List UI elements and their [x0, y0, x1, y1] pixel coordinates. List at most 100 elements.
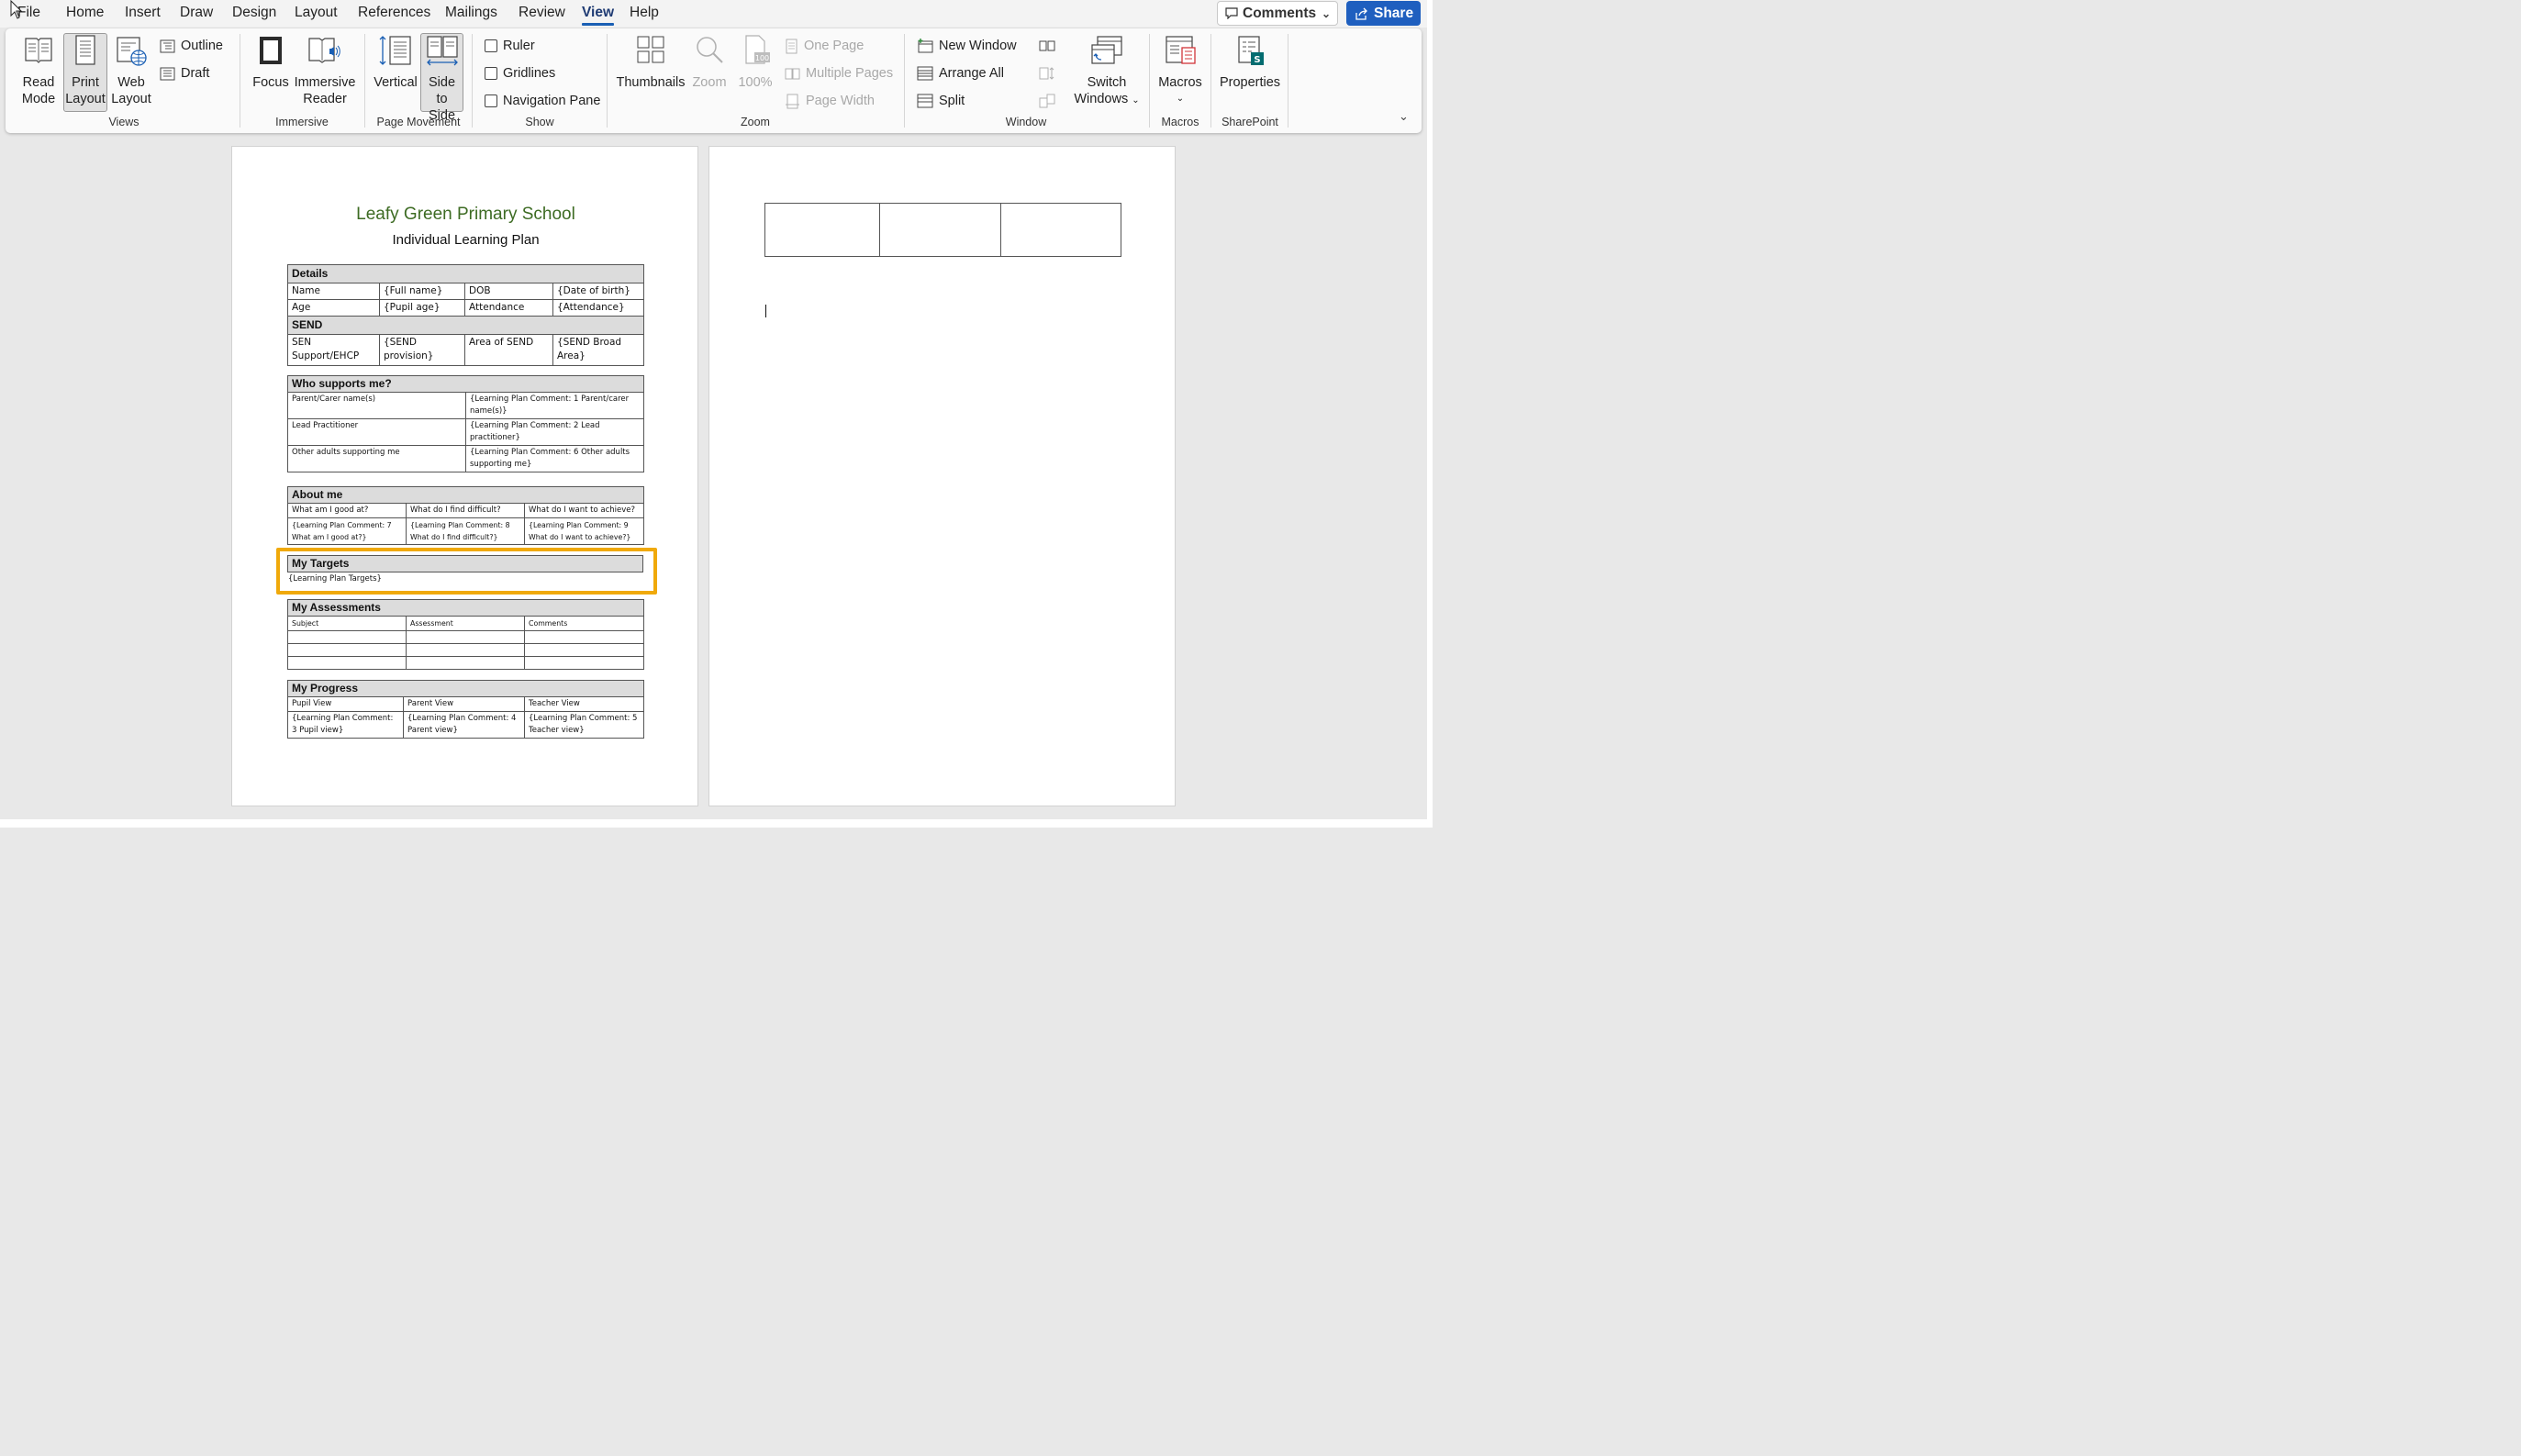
arrange-all-button[interactable]: Arrange All: [917, 64, 1004, 83]
properties-label: Properties: [1219, 75, 1281, 90]
tab-help[interactable]: Help: [630, 5, 659, 21]
side-to-side-button[interactable]: Side to Side: [420, 33, 463, 123]
switch-windows-icon: [1091, 36, 1122, 64]
tab-layout[interactable]: Layout: [295, 5, 338, 21]
tab-review[interactable]: Review: [519, 5, 565, 21]
ruler-checkbox[interactable]: Ruler: [485, 37, 535, 55]
assessments-header: My Assessments: [287, 599, 644, 617]
arrange-all-label: Arrange All: [939, 66, 1004, 81]
gridlines-label: Gridlines: [503, 66, 556, 81]
table-cell: [406, 630, 525, 644]
tab-references[interactable]: References: [358, 5, 430, 21]
web-layout-button[interactable]: Web Layout: [109, 34, 153, 113]
outline-icon: [160, 39, 175, 52]
page-width-label: Page Width: [806, 94, 875, 108]
tab-view[interactable]: View: [582, 5, 615, 26]
tab-design[interactable]: Design: [232, 5, 276, 21]
tab-draw[interactable]: Draw: [180, 5, 213, 21]
vertical-icon: [379, 36, 411, 65]
one-page-button[interactable]: One Page: [785, 37, 864, 55]
table-cell: {Learning Plan Comment: 5 Teacher view}: [523, 711, 645, 739]
arrange-all-icon: [917, 66, 933, 81]
outline-button[interactable]: Outline: [160, 37, 223, 55]
document-page-1[interactable]: Leafy Green Primary School Individual Le…: [231, 146, 698, 806]
gridlines-checkbox[interactable]: Gridlines: [485, 64, 555, 83]
table-cell: [524, 656, 644, 670]
zoom-label: Zoom: [692, 75, 727, 90]
table-cell: {Full name}: [379, 283, 465, 300]
zoom-100-button[interactable]: 100 100%: [735, 34, 775, 113]
table-cell: {SEND provision}: [379, 334, 465, 366]
read-mode-button[interactable]: Read Mode: [15, 34, 62, 113]
chevron-down-icon[interactable]: ⌄: [1322, 7, 1331, 20]
split-icon: [917, 94, 933, 108]
macros-label: Macros: [1158, 75, 1202, 90]
table-cell: {Learning Plan Comment: 1 Parent/carer n…: [464, 392, 645, 419]
supports-header: Who supports me?: [286, 375, 645, 393]
share-button[interactable]: Share: [1346, 1, 1421, 26]
document-page-2[interactable]: [708, 146, 1176, 806]
table-cell: {Date of birth}: [552, 283, 645, 300]
reset-window-position-button[interactable]: [1039, 92, 1055, 110]
table-row: Pupil View Parent View Teacher View: [287, 696, 645, 712]
view-side-by-side-button[interactable]: [1039, 37, 1055, 55]
table-cell: [406, 656, 525, 670]
separator: [364, 34, 365, 128]
tab-insert[interactable]: Insert: [125, 5, 161, 21]
share-label: Share: [1374, 5, 1414, 21]
reset-window-icon: [1039, 94, 1055, 108]
checkbox-icon: [485, 67, 497, 80]
one-page-label: One Page: [804, 39, 865, 53]
zoom-100-label: 100%: [738, 75, 773, 90]
table-cell[interactable]: [879, 203, 1001, 257]
table-cell[interactable]: [1000, 203, 1121, 257]
immersive-group-label: Immersive: [275, 116, 329, 128]
table-cell: Subject: [287, 616, 407, 631]
macros-icon: [1166, 36, 1196, 64]
empty-table[interactable]: [764, 203, 1121, 257]
table-cell: [524, 643, 644, 657]
tab-mailings[interactable]: Mailings: [445, 5, 497, 21]
focus-button[interactable]: Focus: [250, 34, 292, 113]
table-cell: {Learning Plan Comment: 8 What do I find…: [406, 517, 525, 545]
draft-button[interactable]: Draft: [160, 64, 209, 83]
table-cell: SEN Support/EHCP: [287, 334, 380, 366]
thumbnails-button[interactable]: Thumbnails: [615, 34, 686, 113]
switch-windows-button[interactable]: Switch Windows ⌄: [1068, 34, 1145, 113]
split-button[interactable]: Split: [917, 92, 965, 110]
table-cell: [287, 643, 407, 657]
macros-group-label: Macros: [1161, 116, 1199, 128]
table-cell: {Attendance}: [552, 299, 645, 317]
new-window-button[interactable]: New Window: [917, 37, 1017, 55]
zoom-button[interactable]: Zoom: [689, 34, 730, 113]
focus-label: Focus: [252, 75, 289, 90]
synchronous-scrolling-button[interactable]: [1039, 64, 1055, 83]
navigation-pane-checkbox[interactable]: Navigation Pane: [485, 92, 600, 110]
vertical-button[interactable]: Vertical: [374, 34, 418, 113]
progress-header: My Progress: [286, 680, 645, 697]
immersive-reader-button[interactable]: Immersive Reader: [293, 34, 357, 113]
switch-windows-label-2: Windows ⌄: [1068, 91, 1145, 109]
school-title: Leafy Green Primary School: [356, 205, 575, 224]
macros-button[interactable]: Macros ⌄: [1156, 34, 1204, 113]
print-layout-icon: [75, 35, 95, 65]
page-width-icon: [786, 94, 799, 108]
tab-home[interactable]: Home: [66, 5, 104, 21]
collapse-ribbon-icon[interactable]: ⌄: [1399, 109, 1409, 124]
table-row: What am I good at? What do I find diffic…: [287, 503, 645, 518]
table-row: Subject Assessment Comments: [287, 616, 644, 631]
page-width-button[interactable]: Page Width: [785, 92, 875, 110]
window-edge: [0, 819, 1433, 828]
comments-button[interactable]: Comments ⌄: [1217, 1, 1338, 26]
multiple-pages-button[interactable]: Multiple Pages: [785, 64, 893, 83]
document-subtitle: Individual Learning Plan: [392, 232, 540, 248]
navigation-pane-label: Navigation Pane: [503, 94, 601, 108]
print-layout-label-1: Print: [72, 75, 99, 90]
read-mode-label-2: Mode: [21, 92, 56, 106]
print-layout-button[interactable]: Print Layout: [63, 33, 107, 112]
new-window-icon: [918, 39, 933, 53]
draft-label: Draft: [181, 66, 210, 81]
properties-button[interactable]: S Properties: [1217, 34, 1283, 113]
table-cell[interactable]: [764, 203, 880, 257]
split-label: Split: [939, 94, 965, 108]
